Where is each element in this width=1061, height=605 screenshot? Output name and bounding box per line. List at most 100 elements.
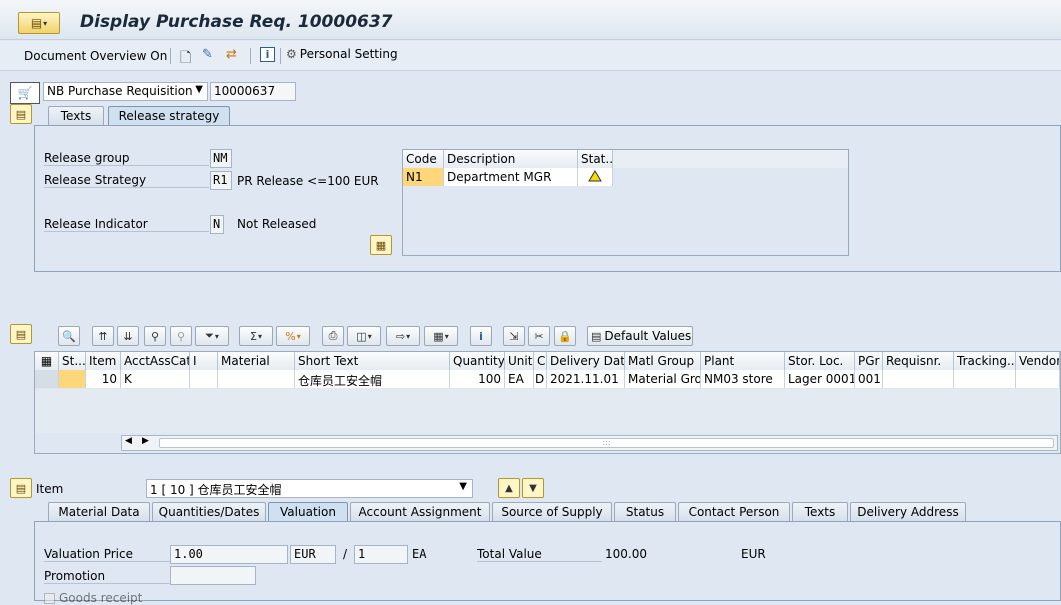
header-quantity[interactable]: Quantity — [450, 352, 505, 370]
row-matl-group[interactable]: Material Gro... — [625, 370, 701, 388]
tab-texts[interactable]: Texts — [792, 502, 848, 521]
row-material[interactable] — [218, 370, 295, 388]
info-icon[interactable]: i — [260, 47, 275, 62]
export-button[interactable]: ⇨ ▾ — [386, 326, 420, 346]
item-select[interactable]: 1 [ 10 ] 仓库员工安全帽 ▼ — [146, 479, 473, 498]
tab-material-data[interactable]: Material Data — [48, 502, 150, 521]
header-pgr[interactable]: PGr — [855, 352, 883, 370]
row-short-text[interactable]: 仓库员工安全帽 — [295, 370, 450, 388]
release-group-label: Release group — [44, 151, 209, 166]
header-unit[interactable]: Unit — [505, 352, 534, 370]
tab-delivery-address[interactable]: Delivery Address — [850, 502, 966, 521]
copy-button[interactable]: ⇲ — [503, 326, 525, 346]
row-i[interactable] — [190, 370, 218, 388]
other-document-icon[interactable]: ⇄ — [226, 47, 237, 62]
title-bar: ▤ ▾ Display Purchase Req. 10000637 — [0, 0, 1061, 40]
row-requisnr[interactable] — [883, 370, 954, 388]
sort-ascending-icon: ⇈ — [98, 329, 108, 343]
row-stor-loc[interactable]: Lager 0001 — [785, 370, 855, 388]
row-item[interactable]: 10 — [86, 370, 121, 388]
scroll-left-icon[interactable]: ◀ — [125, 436, 132, 446]
previous-item-button[interactable]: ▲ — [498, 478, 520, 498]
row-c[interactable]: D — [534, 370, 547, 388]
lock-button[interactable]: 🔒 — [554, 326, 576, 346]
print-button[interactable]: ⎙ — [322, 326, 344, 346]
expand-icon: ▤ — [15, 481, 27, 495]
row-pgr[interactable]: 001 — [855, 370, 883, 388]
header-c[interactable]: C — [534, 352, 547, 370]
document-overview-button[interactable]: Document Overview On — [24, 49, 167, 63]
header-matl-group[interactable]: Matl Group — [625, 352, 701, 370]
goods-receipt-checkbox[interactable]: Goods receipt — [44, 591, 142, 605]
tab-status[interactable]: Status — [614, 502, 676, 521]
header-st[interactable]: St... — [59, 352, 86, 370]
find-button[interactable]: ⚲ — [144, 326, 166, 346]
row-vendor[interactable] — [1016, 370, 1060, 388]
services-button[interactable]: ✂ — [528, 326, 550, 346]
header-i[interactable]: I — [190, 352, 218, 370]
subtotal-button[interactable]: % ▾ — [276, 326, 310, 346]
sort-ascending-button[interactable]: ⇈ — [92, 326, 114, 346]
header-delivery-date[interactable]: Delivery Date — [547, 352, 625, 370]
default-values-button[interactable]: ▤ Default Values — [587, 326, 693, 346]
header-stor-loc[interactable]: Stor. Loc. — [785, 352, 855, 370]
filter-button[interactable]: ⏷ ▾ — [195, 326, 229, 346]
row-unit[interactable]: EA — [505, 370, 534, 388]
document-number-field[interactable]: 10000637 — [210, 82, 296, 101]
header-expand-button[interactable]: ▤ — [10, 104, 32, 124]
scrollbar-thumb[interactable]: ::: — [159, 438, 1054, 448]
currency-field: EUR — [290, 545, 336, 564]
horizontal-scrollbar[interactable]: ◀ ▶ ::: — [121, 435, 1058, 451]
info-button[interactable]: i — [470, 326, 492, 346]
layout-button[interactable]: ▦ ▾ — [424, 326, 458, 346]
row-plant[interactable]: NM03 store — [701, 370, 785, 388]
tab-header-texts[interactable]: Texts — [48, 106, 104, 125]
tab-account-assignment[interactable]: Account Assignment — [350, 502, 490, 521]
header-material[interactable]: Material — [218, 352, 295, 370]
total-value-currency: EUR — [741, 547, 766, 561]
header-plant[interactable]: Plant — [701, 352, 785, 370]
tools-icon[interactable]: ✎ — [202, 47, 213, 62]
page-title: Display Purchase Req. 10000637 — [80, 12, 393, 32]
personal-setting-button[interactable]: ⚙ Personal Setting — [286, 47, 398, 61]
document-type-select[interactable]: NB Purchase Requisition ▼ — [43, 82, 208, 101]
row-status[interactable] — [59, 370, 86, 388]
release-row-code[interactable]: N1 — [403, 168, 444, 186]
tab-source-of-supply[interactable]: Source of Supply — [492, 502, 612, 521]
tab-contact-person[interactable]: Contact Person — [678, 502, 790, 521]
select-all-icon[interactable]: ▦ — [35, 352, 59, 370]
tab-quantities-dates[interactable]: Quantities/Dates — [152, 502, 266, 521]
menu-button[interactable]: ▤ ▾ — [18, 12, 60, 34]
item-detail-expand-button[interactable]: ▤ — [10, 478, 32, 498]
release-details-button[interactable]: ▦ — [370, 235, 392, 255]
row-delivery-date[interactable]: 2021.11.01 — [547, 370, 625, 388]
header-vendor[interactable]: Vendor — [1016, 352, 1060, 370]
views-button[interactable]: ◫ ▾ — [347, 326, 381, 346]
valuation-price-label: Valuation Price — [44, 547, 170, 562]
items-expand-button[interactable]: ▤ — [10, 324, 32, 344]
sort-descending-icon: ⇊ — [123, 329, 133, 343]
chevron-down-icon: ▾ — [406, 331, 411, 341]
row-tracking[interactable] — [954, 370, 1016, 388]
find-next-button[interactable]: ⚲ — [170, 326, 192, 346]
header-short-text[interactable]: Short Text — [295, 352, 450, 370]
tab-header-release-strategy[interactable]: Release strategy — [108, 106, 230, 125]
details-button[interactable]: 🔍 — [58, 326, 80, 346]
header-tracking[interactable]: Tracking... — [954, 352, 1016, 370]
subtotal-icon: % — [285, 329, 296, 343]
header-acct-ass-cat[interactable]: AcctAssCat — [121, 352, 190, 370]
row-acct-ass-cat[interactable]: K — [121, 370, 190, 388]
header-item[interactable]: Item — [86, 352, 121, 370]
new-document-icon[interactable]: 🗋 — [180, 47, 191, 71]
sort-descending-button[interactable]: ⇊ — [117, 326, 139, 346]
row-selector[interactable] — [35, 370, 59, 388]
header-requisnr[interactable]: Requisnr. — [883, 352, 954, 370]
next-item-button[interactable]: ▼ — [522, 478, 544, 498]
sum-button[interactable]: Σ ▾ — [239, 326, 273, 346]
cart-icon: 🛒 — [10, 82, 40, 104]
services-icon: ✂ — [534, 329, 544, 343]
row-quantity[interactable]: 100 — [450, 370, 505, 388]
layout-icon: ▦ — [433, 329, 444, 343]
scroll-right-icon[interactable]: ▶ — [142, 436, 149, 446]
tab-valuation[interactable]: Valuation — [268, 502, 348, 521]
